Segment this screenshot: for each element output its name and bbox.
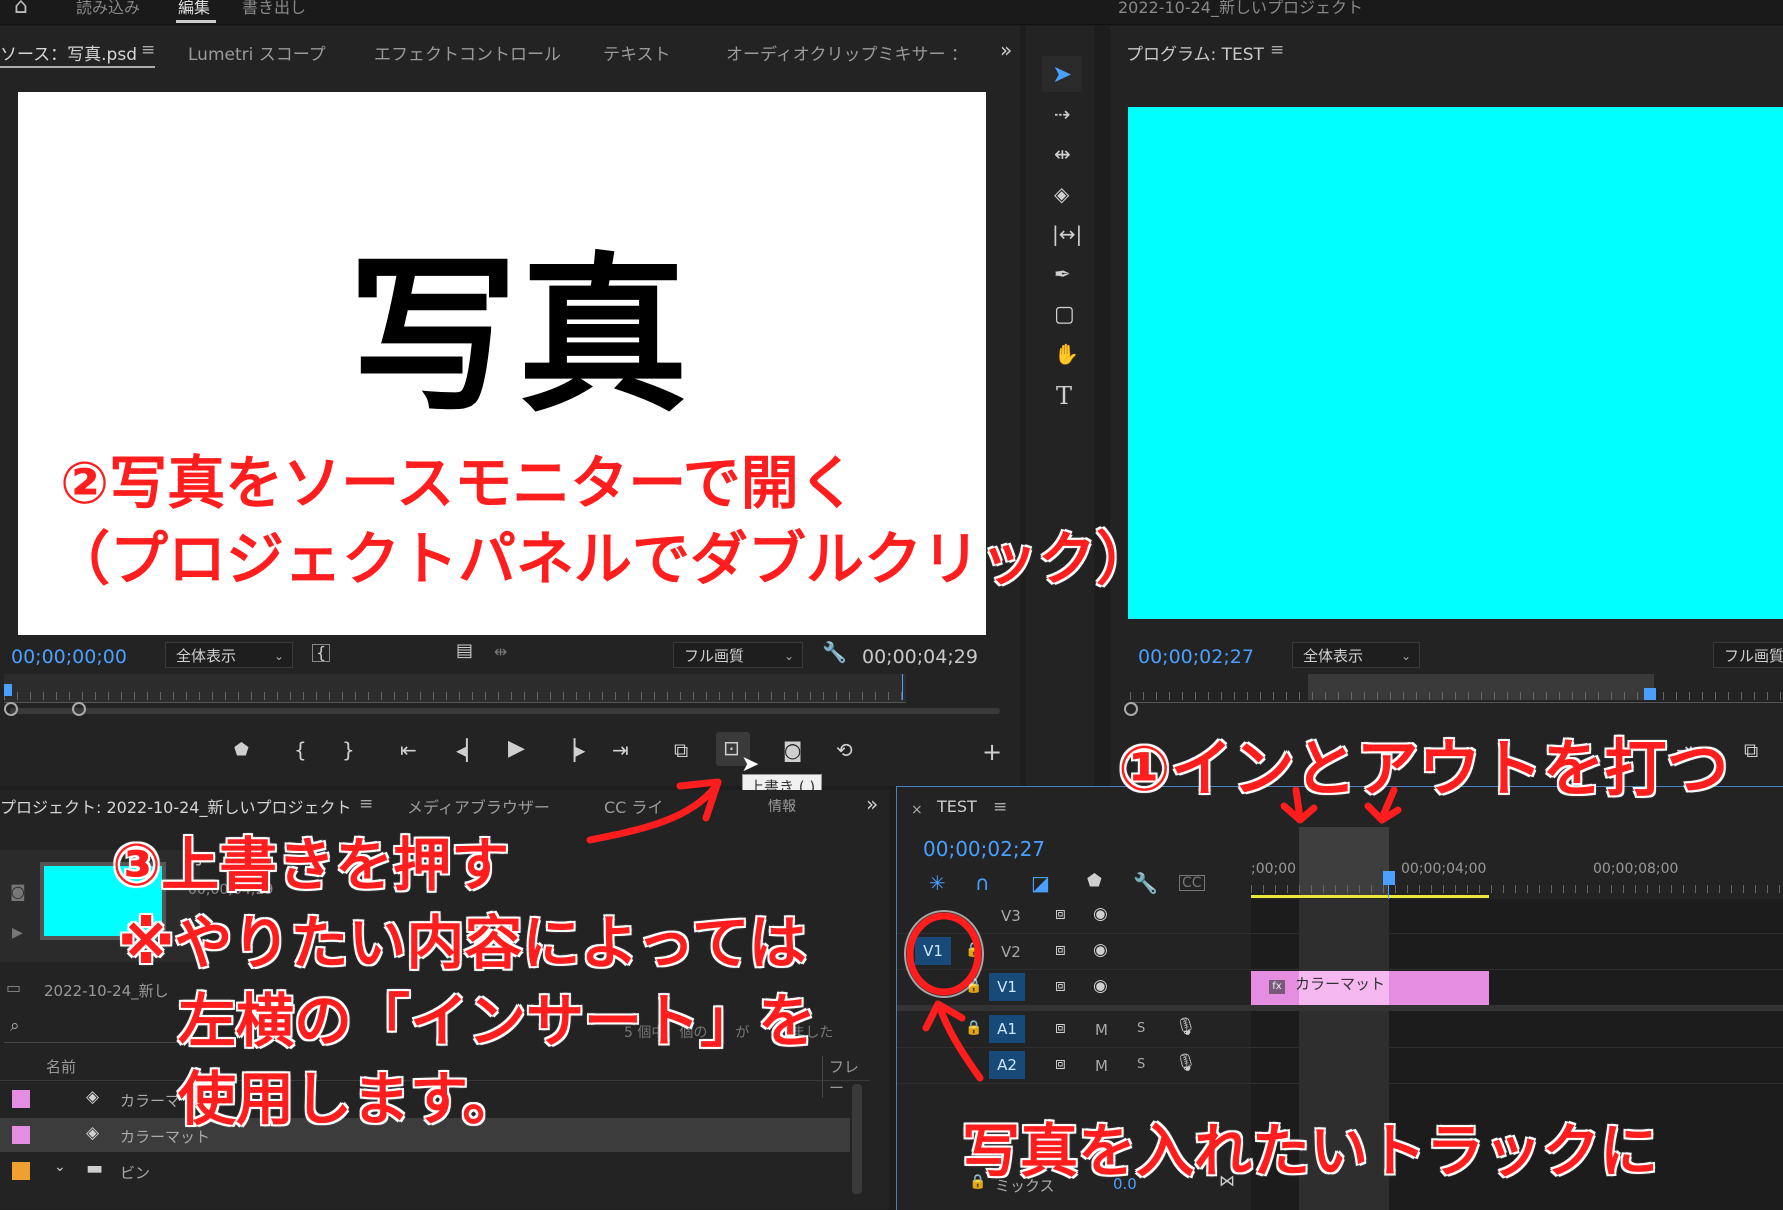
circle-source-patch	[906, 912, 982, 996]
circle-outline	[904, 910, 984, 998]
arrow-to-overwrite	[586, 782, 720, 844]
annotation-drawings	[586, 778, 1402, 1082]
